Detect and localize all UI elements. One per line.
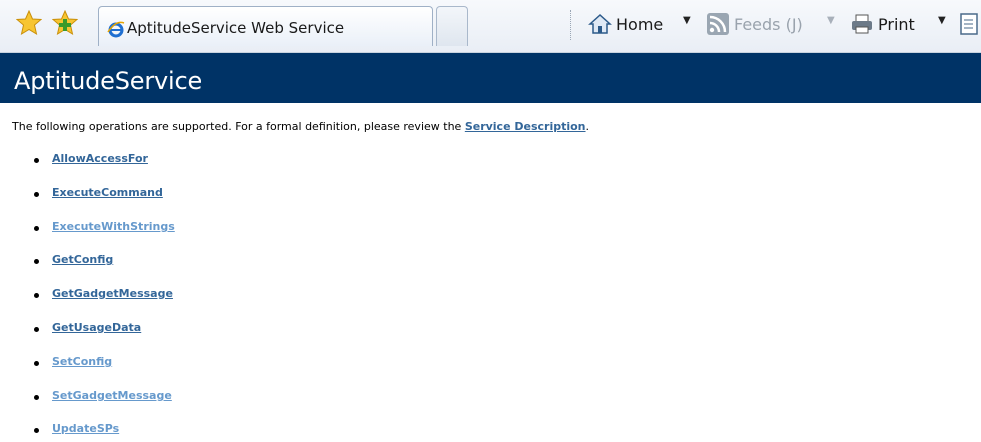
favorites-star-icon: [15, 9, 43, 36]
bullet-icon: [34, 158, 39, 163]
toolbar-separator: [570, 10, 572, 40]
bullet-icon: [34, 361, 39, 366]
new-tab-button[interactable]: [436, 6, 468, 46]
bullet-icon: [34, 226, 39, 231]
print-dropdown-chevron-icon[interactable]: ▼: [938, 15, 946, 26]
add-favorite-icon: [51, 9, 79, 36]
operation-link[interactable]: GetGadgetMessage: [52, 287, 173, 300]
active-tab[interactable]: AptitudeService Web Service: [98, 6, 433, 46]
add-to-favorites-button[interactable]: [51, 9, 79, 36]
bullet-icon: [34, 293, 39, 298]
operation-link[interactable]: ExecuteCommand: [52, 186, 163, 199]
browser-toolbar: AptitudeService Web Service Home ▼ Feeds…: [0, 0, 981, 53]
favorites-center-button[interactable]: [15, 9, 43, 36]
bullet-icon: [34, 327, 39, 332]
operation-link[interactable]: SetGadgetMessage: [52, 389, 172, 402]
home-icon: [588, 13, 612, 34]
print-label: Print: [878, 14, 915, 34]
operation-link[interactable]: GetConfig: [52, 253, 113, 266]
bullet-icon: [34, 192, 39, 197]
printer-icon: [852, 14, 872, 34]
intro-end: .: [585, 120, 590, 133]
operation-link[interactable]: UpdateSPs: [52, 422, 119, 435]
bullet-icon: [34, 259, 39, 264]
operation-link[interactable]: GetUsageData: [52, 321, 141, 334]
tab-title: AptitudeService Web Service: [127, 19, 345, 37]
feeds-label: Feeds (J): [734, 14, 803, 34]
intro-text: The following operations are supported. …: [12, 120, 465, 133]
feeds-button[interactable]: Feeds (J): [706, 10, 803, 38]
rss-feed-icon: [707, 13, 729, 35]
ie-page-icon: [107, 21, 125, 38]
page-menu-button[interactable]: [958, 10, 981, 38]
page-title: AptitudeService: [14, 67, 203, 95]
page-icon: [960, 13, 978, 35]
operation-link[interactable]: SetConfig: [52, 355, 112, 368]
feeds-dropdown-chevron-icon[interactable]: ▼: [827, 15, 835, 26]
intro-paragraph: The following operations are supported. …: [12, 120, 589, 133]
operation-link[interactable]: ExecuteWithStrings: [52, 220, 175, 233]
bullet-icon: [34, 395, 39, 400]
page-banner: AptitudeService: [0, 53, 981, 103]
print-button[interactable]: Print: [850, 10, 915, 38]
home-button[interactable]: Home: [588, 10, 663, 38]
home-dropdown-chevron-icon[interactable]: ▼: [683, 15, 691, 26]
service-description-link[interactable]: Service Description: [465, 120, 586, 133]
operation-link[interactable]: AllowAccessFor: [52, 152, 148, 165]
bullet-icon: [34, 428, 39, 433]
home-label: Home: [616, 14, 664, 34]
